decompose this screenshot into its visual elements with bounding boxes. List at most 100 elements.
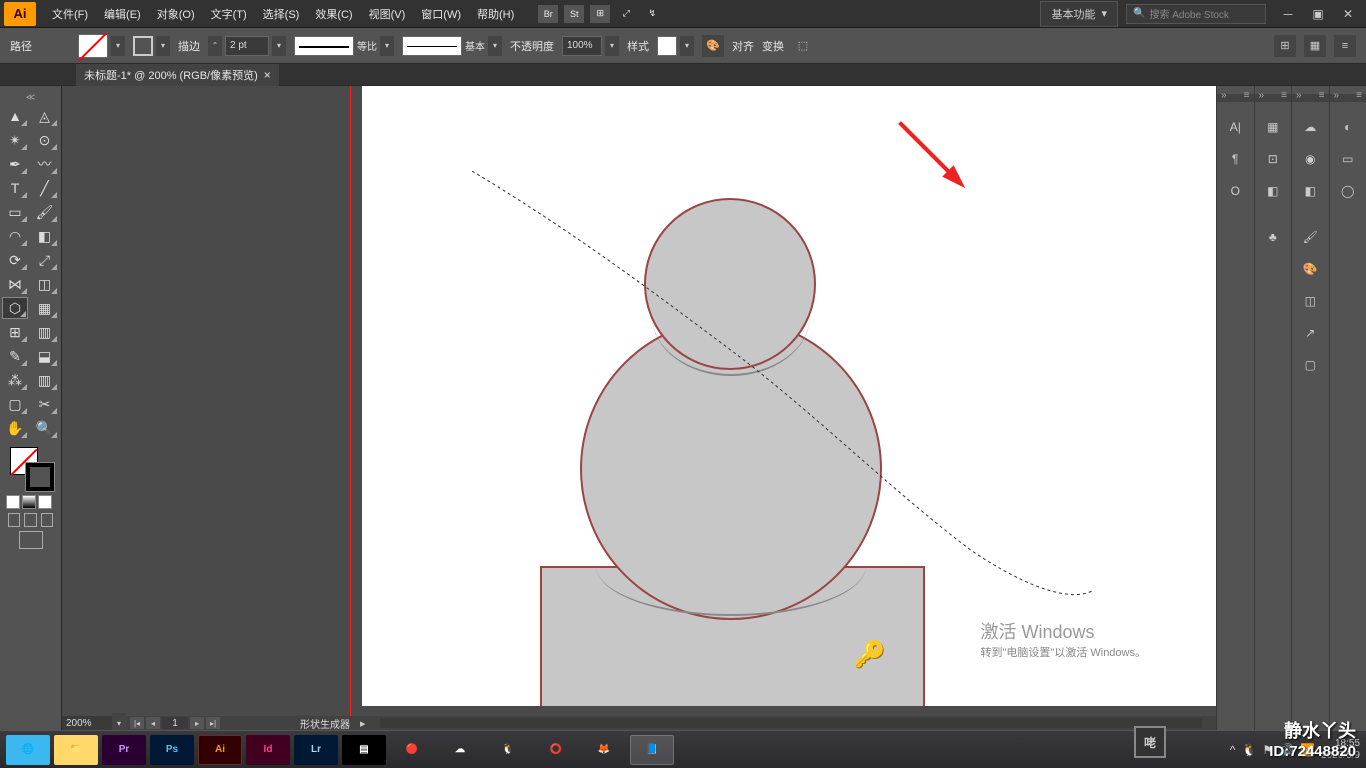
opacity-input[interactable] — [562, 36, 602, 56]
status-arrow-icon[interactable]: ▸ — [360, 717, 366, 730]
menu-file[interactable]: 文件(F) — [44, 0, 96, 28]
brush-dropdown[interactable]: ▾ — [488, 36, 502, 56]
stroke-color-box[interactable] — [26, 463, 54, 491]
brushes-panel-icon[interactable]: 🖌 — [1299, 226, 1321, 248]
hand-tool[interactable]: ✋ — [2, 417, 28, 439]
opacity-dropdown[interactable]: ▾ — [605, 36, 619, 56]
taskbar-chrome[interactable]: ⭕ — [534, 735, 578, 765]
menu-type[interactable]: 文字(T) — [203, 0, 255, 28]
mesh-tool[interactable]: ⊞ — [2, 321, 28, 343]
align-panel-icon[interactable]: ▦ — [1262, 116, 1284, 138]
graph-tool[interactable]: ▥ — [32, 369, 58, 391]
draw-inside[interactable] — [41, 513, 53, 527]
profile-dropdown[interactable]: ▾ — [380, 36, 394, 56]
align-label[interactable]: 对齐 — [732, 38, 754, 54]
document-tab[interactable]: 未标题-1* @ 200% (RGB/像素预览) × — [76, 64, 279, 86]
color-mode-none[interactable] — [38, 495, 52, 509]
artboard-tool[interactable]: ▢ — [2, 393, 28, 415]
align-pixel-icon[interactable]: ⊞ — [1274, 35, 1296, 57]
direct-selection-tool[interactable]: ◬ — [32, 105, 58, 127]
stroke-profile[interactable] — [294, 36, 354, 56]
menu-select[interactable]: 选择(S) — [255, 0, 308, 28]
pathfinder-panel-icon[interactable]: ◧ — [1262, 180, 1284, 202]
type-tool[interactable]: T — [2, 177, 28, 199]
taskbar-app-9[interactable]: ☁ — [438, 735, 482, 765]
stock-icon[interactable]: St — [564, 5, 584, 23]
transform-panel-icon[interactable]: ⊡ — [1262, 148, 1284, 170]
line-tool[interactable]: ╱ — [32, 177, 58, 199]
zoom-dropdown[interactable]: ▾ — [112, 713, 126, 730]
tray-up-icon[interactable]: ^ — [1230, 743, 1236, 757]
fill-dropdown[interactable]: ▾ — [111, 36, 125, 56]
menu-help[interactable]: 帮助(H) — [469, 0, 522, 28]
taskbar-premiere[interactable]: Pr — [102, 735, 146, 765]
color-guide-panel-icon[interactable]: ▭ — [1337, 148, 1359, 170]
graphic-styles-panel-icon[interactable]: ◧ — [1299, 180, 1321, 202]
shaper-tool[interactable]: ◠ — [2, 225, 28, 247]
brush-def[interactable] — [402, 36, 462, 56]
minimize-button[interactable]: ─ — [1274, 4, 1302, 24]
asset-export-panel-icon[interactable]: ↗ — [1299, 322, 1321, 344]
stroke-width-input[interactable] — [225, 36, 269, 56]
symbols-panel-icon[interactable]: ♣ — [1262, 226, 1284, 248]
lasso-tool[interactable]: ⊙ — [32, 129, 58, 151]
slice-tool[interactable]: ✂ — [32, 393, 58, 415]
transform-label[interactable]: 变换 — [762, 38, 784, 54]
taskbar-photoshop[interactable]: Ps — [150, 735, 194, 765]
blend-tool[interactable]: ⬓ — [32, 345, 58, 367]
transform-panel-icon[interactable]: ▦ — [1304, 35, 1326, 57]
next-artboard[interactable]: ▸ — [190, 717, 204, 729]
color-mode-gradient[interactable] — [22, 495, 36, 509]
last-artboard[interactable]: ▸| — [206, 717, 220, 729]
stroke-panel-icon[interactable]: ◯ — [1337, 180, 1359, 202]
taskbar-illustrator[interactable]: Ai — [198, 735, 242, 765]
recolor-button[interactable]: 🎨 — [702, 35, 724, 57]
panel-menu-icon[interactable]: ≡ — [1334, 35, 1356, 57]
appearance-panel-icon[interactable]: ◉ — [1299, 148, 1321, 170]
pen-tool[interactable]: ✒ — [2, 153, 28, 175]
taskbar-qq[interactable]: 🐧 — [486, 735, 530, 765]
fill-swatch[interactable] — [78, 34, 108, 58]
layers-panel-icon[interactable]: ◫ — [1299, 290, 1321, 312]
menu-effect[interactable]: 效果(C) — [307, 0, 360, 28]
stroke-swatch[interactable] — [133, 36, 153, 56]
prev-artboard[interactable]: ◂ — [146, 717, 160, 729]
artboard-number[interactable]: 1 — [162, 717, 188, 729]
stroke-decrease[interactable]: ⌃ — [208, 36, 222, 56]
tray-qq-icon[interactable]: 🐧 — [1241, 743, 1256, 757]
canvas[interactable]: 🔑 激活 Windows 转到"电脑设置"以激活 Windows。 200% ▾… — [62, 86, 1216, 730]
opentype-panel-icon[interactable]: O — [1224, 180, 1246, 202]
eraser-tool[interactable]: ◧ — [32, 225, 58, 247]
taskbar-indesign[interactable]: Id — [246, 735, 290, 765]
artboards-panel-icon[interactable]: ▢ — [1299, 354, 1321, 376]
taskbar-browser[interactable]: 🌐 — [6, 735, 50, 765]
close-tab-icon[interactable]: × — [264, 68, 271, 82]
curvature-tool[interactable]: 〰 — [32, 153, 58, 175]
width-tool[interactable]: ⋈ — [2, 273, 28, 295]
symbol-sprayer-tool[interactable]: ⁂ — [2, 369, 28, 391]
free-transform-tool[interactable]: ◫ — [32, 273, 58, 295]
close-button[interactable]: ✕ — [1334, 4, 1362, 24]
horizontal-scrollbar[interactable] — [380, 718, 1202, 728]
workspace-switcher[interactable]: 基本功能 ▾ — [1040, 1, 1118, 27]
gpu-icon[interactable]: ⤢ — [616, 5, 636, 23]
taskbar-explorer[interactable]: 📁 — [54, 735, 98, 765]
maximize-button[interactable]: ▣ — [1304, 4, 1332, 24]
taskbar-app-8[interactable]: 🔴 — [390, 735, 434, 765]
taskbar-app-13[interactable]: 📘 — [630, 735, 674, 765]
magic-wand-tool[interactable]: ✴ — [2, 129, 28, 151]
rectangle-tool[interactable]: ▭ — [2, 201, 28, 223]
zoom-display[interactable]: 200% — [62, 716, 112, 730]
color-mode-solid[interactable] — [6, 495, 20, 509]
search-input[interactable]: 🔍 搜索 Adobe Stock — [1126, 4, 1266, 24]
zoom-tool[interactable]: 🔍 — [32, 417, 58, 439]
libraries-panel-icon[interactable]: ☁ — [1299, 116, 1321, 138]
color-panel-icon[interactable]: ◐ — [1337, 116, 1359, 138]
isolate-button[interactable]: ⬚ — [792, 35, 814, 57]
taskbar-firefox[interactable]: 🦊 — [582, 735, 626, 765]
selection-tool[interactable]: ▲ — [2, 105, 28, 127]
menu-window[interactable]: 窗口(W) — [413, 0, 469, 28]
menu-edit[interactable]: 编辑(E) — [96, 0, 149, 28]
arrange-icon[interactable]: ⊞ — [590, 5, 610, 23]
screen-mode[interactable] — [19, 531, 43, 549]
